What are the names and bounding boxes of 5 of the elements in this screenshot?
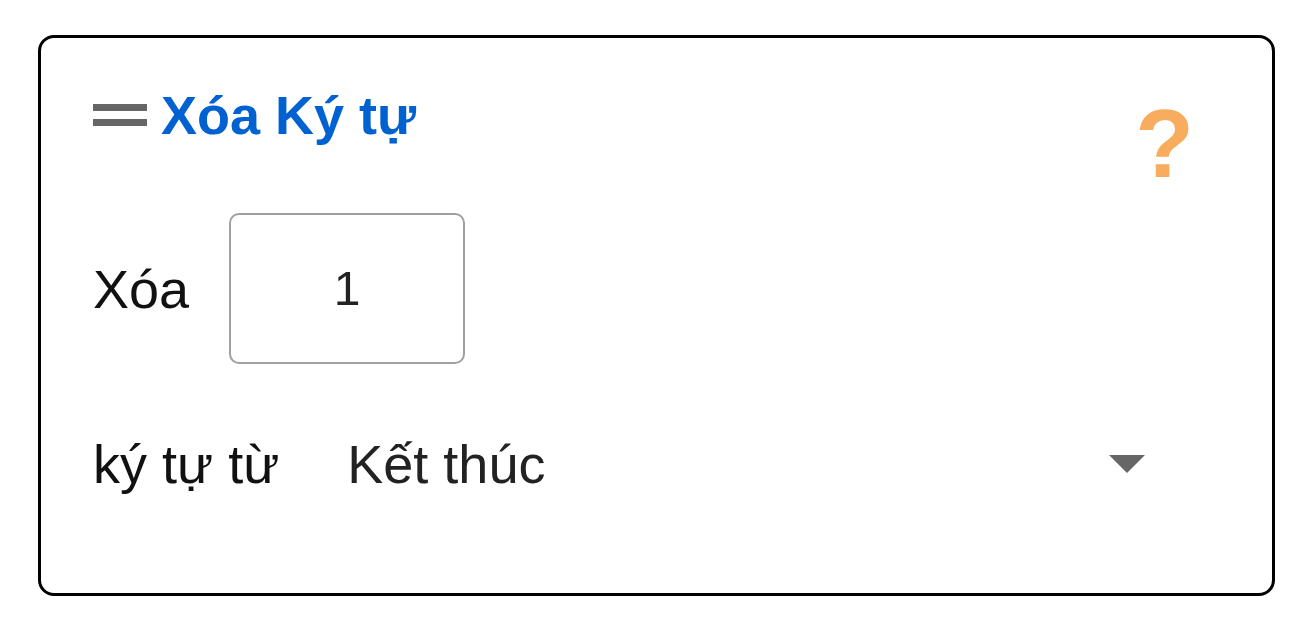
drag-handle-icon[interactable] bbox=[93, 104, 147, 126]
field-label: Xóa bbox=[93, 261, 190, 316]
select-dropdown[interactable]: Kết thúc bbox=[347, 434, 1158, 494]
caret-icon bbox=[1109, 455, 1146, 473]
number-field[interactable]: 1 bbox=[229, 213, 466, 364]
